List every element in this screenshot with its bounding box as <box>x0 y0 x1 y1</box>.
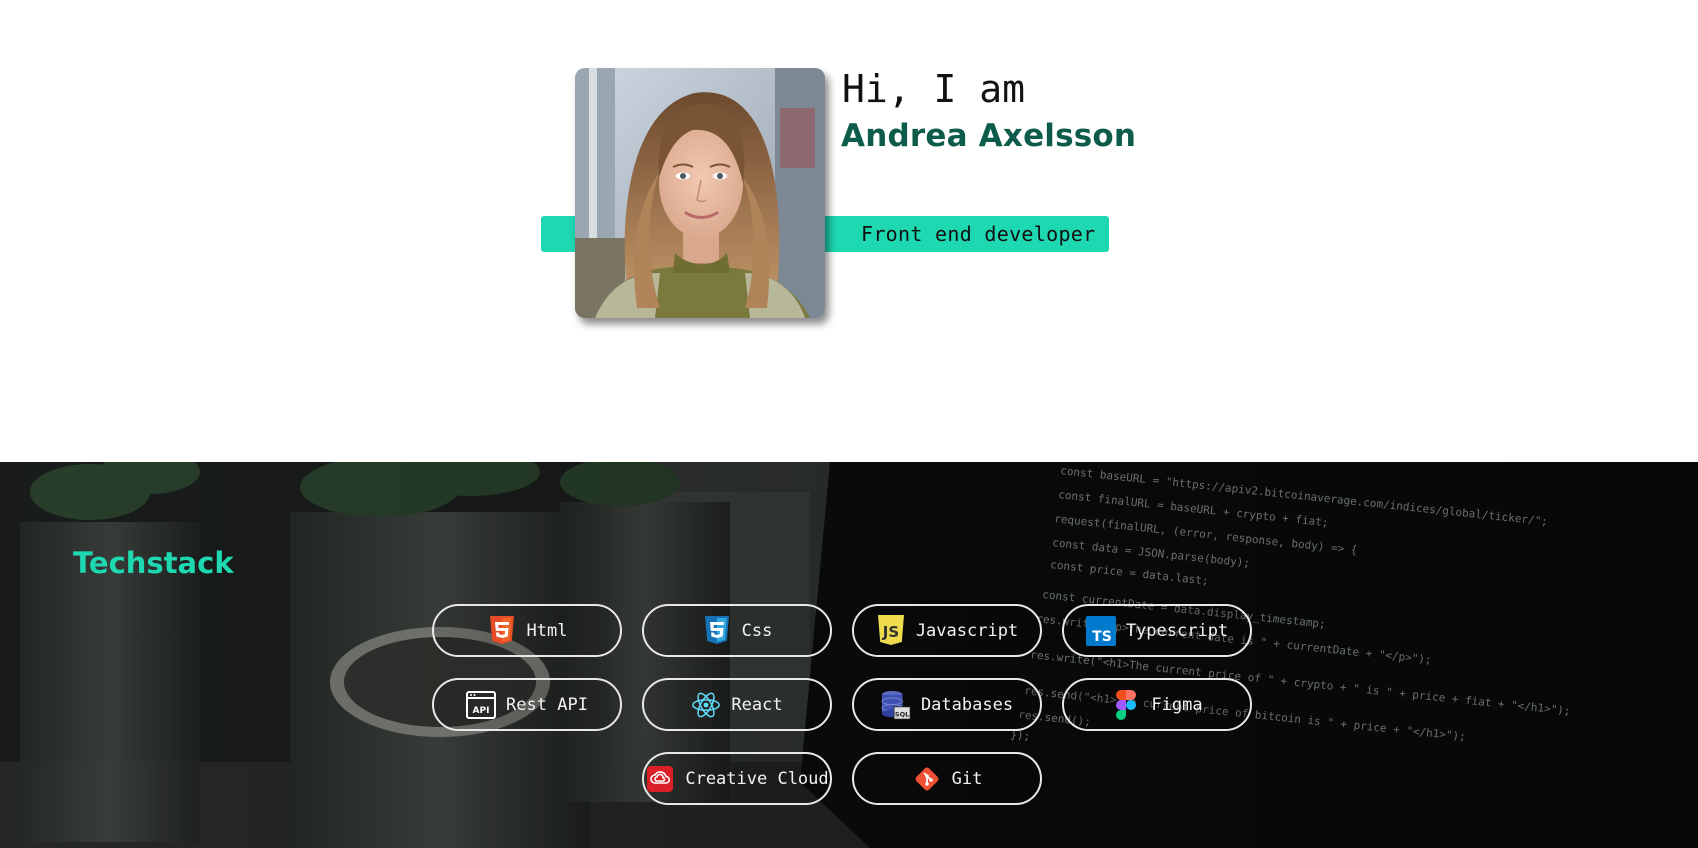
tech-chip-label: Javascript <box>915 620 1019 641</box>
tech-chip-html[interactable]: Html <box>432 604 622 657</box>
tech-chip-label: Typescript <box>1125 620 1229 641</box>
profile-photo <box>575 68 825 318</box>
tech-chip-label: Css <box>741 620 773 641</box>
react-icon <box>691 690 721 720</box>
tech-chip-label: Creative Cloud <box>685 768 829 789</box>
api-icon: API <box>466 690 497 720</box>
techstack-background-image: const baseURL = "https://apiv2.bitcoinav… <box>0 462 1698 848</box>
creative-cloud-icon <box>645 764 675 794</box>
figma-icon <box>1111 689 1141 720</box>
tech-chip-creative-cloud[interactable]: Creative Cloud <box>642 752 832 805</box>
techstack-title: Techstack <box>73 546 234 580</box>
svg-text:JS: JS <box>882 623 899 641</box>
tech-chip-label: Html <box>526 620 568 641</box>
hero-section: Front end developer Hi, I am Andrea Axel… <box>0 0 1698 462</box>
tech-chip-figma[interactable]: Figma <box>1062 678 1252 731</box>
javascript-icon: JS <box>876 614 906 646</box>
tech-chip-rest-api[interactable]: API Rest API <box>432 678 622 731</box>
svg-text:TS: TS <box>1092 629 1112 645</box>
role-title: Front end developer <box>861 222 1096 246</box>
tech-chip-label: Git <box>951 768 983 789</box>
tech-chip-react[interactable]: React <box>642 678 832 731</box>
typescript-icon: TS <box>1085 615 1116 646</box>
sql-database-icon: SQL <box>881 690 911 720</box>
html5-icon <box>487 615 517 646</box>
git-icon <box>912 764 942 794</box>
techstack-section: const baseURL = "https://apiv2.bitcoinav… <box>0 462 1698 848</box>
tech-chip-databases[interactable]: SQL Databases <box>852 678 1042 731</box>
greeting-text: Hi, I am <box>842 67 1026 111</box>
tech-chip-label: Databases <box>920 694 1014 715</box>
css3-icon <box>702 615 732 646</box>
tech-chip-label: Rest API <box>506 694 588 715</box>
tech-chip-git[interactable]: Git <box>852 752 1042 805</box>
tech-chip-javascript[interactable]: JS Javascript <box>852 604 1042 657</box>
tech-chip-typescript[interactable]: TS Typescript <box>1062 604 1252 657</box>
svg-text:API: API <box>473 706 490 716</box>
tech-chip-css[interactable]: Css <box>642 604 832 657</box>
svg-text:SQL: SQL <box>895 710 909 718</box>
tech-chip-label: Figma <box>1151 694 1203 715</box>
developer-name: Andrea Axelsson <box>841 118 1137 154</box>
tech-chip-label: React <box>731 694 783 715</box>
